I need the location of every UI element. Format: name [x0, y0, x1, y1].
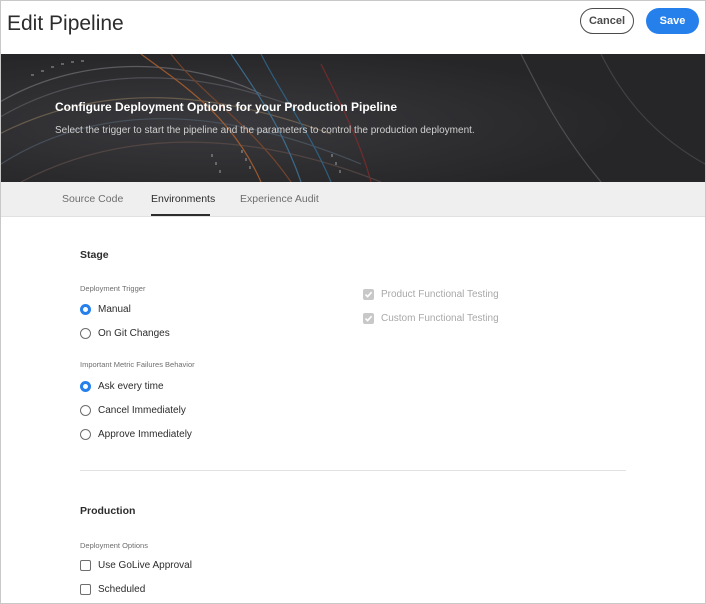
radio-button-selected[interactable]: [80, 380, 91, 392]
checkbox-label: Use GoLive Approval: [98, 559, 192, 571]
radio-label: On Git Changes: [98, 327, 170, 339]
save-button[interactable]: Save: [646, 8, 699, 34]
tab-bar: Source Code Environments Experience Audi…: [1, 182, 705, 217]
checkbox-label: Scheduled: [98, 583, 146, 595]
checkmark-icon: [363, 312, 374, 324]
radio-approve-immediately[interactable]: Approve Immediately: [80, 427, 192, 441]
radio-ask-every-time[interactable]: Ask every time: [80, 379, 164, 393]
checkbox-label: Custom Functional Testing: [381, 312, 499, 324]
radio-label: Cancel Immediately: [98, 404, 186, 416]
section-divider: [80, 470, 626, 471]
checkbox-label: Product Functional Testing: [381, 288, 499, 300]
checkmark-icon: [363, 288, 374, 300]
hero-banner: Configure Deployment Options for your Pr…: [1, 54, 705, 182]
banner-title: Configure Deployment Options for your Pr…: [55, 100, 398, 114]
radio-button[interactable]: [80, 404, 91, 416]
active-tab-indicator: [151, 214, 210, 216]
checkbox-use-golive-approval[interactable]: Use GoLive Approval: [80, 558, 192, 572]
banner-subtitle: Select the trigger to start the pipeline…: [55, 125, 475, 136]
page-title: Edit Pipeline: [7, 12, 124, 35]
deployment-options-label: Deployment Options: [80, 541, 148, 550]
deployment-trigger-label: Deployment Trigger: [80, 284, 146, 293]
radio-label: Ask every time: [98, 380, 164, 392]
cancel-button[interactable]: Cancel: [580, 8, 634, 34]
checkbox[interactable]: [80, 583, 91, 595]
tab-experience-audit[interactable]: Experience Audit: [240, 193, 319, 205]
checkbox-custom-functional-testing: Custom Functional Testing: [363, 311, 499, 325]
checkbox-product-functional-testing: Product Functional Testing: [363, 287, 499, 301]
radio-button[interactable]: [80, 428, 91, 440]
radio-on-git-changes[interactable]: On Git Changes: [80, 326, 170, 340]
radio-button[interactable]: [80, 327, 91, 339]
metric-failures-label: Important Metric Failures Behavior: [80, 360, 195, 369]
checkbox-scheduled[interactable]: Scheduled: [80, 582, 145, 596]
radio-manual[interactable]: Manual: [80, 302, 131, 316]
checkbox[interactable]: [80, 559, 91, 571]
page-header: Edit Pipeline Cancel Save: [1, 1, 705, 54]
stage-section-title: Stage: [80, 249, 109, 261]
radio-button-selected[interactable]: [80, 303, 91, 315]
tab-environments[interactable]: Environments: [151, 193, 215, 205]
production-section-title: Production: [80, 505, 136, 517]
radio-label: Approve Immediately: [98, 428, 192, 440]
banner-artwork: [1, 54, 705, 182]
tab-source-code[interactable]: Source Code: [62, 193, 123, 205]
radio-cancel-immediately[interactable]: Cancel Immediately: [80, 403, 186, 417]
radio-label: Manual: [98, 303, 131, 315]
